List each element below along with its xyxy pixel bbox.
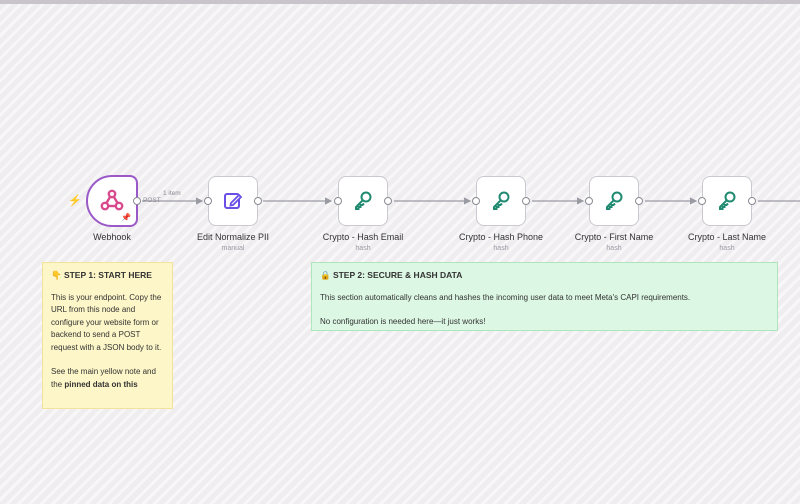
- trigger-bolt-icon: ⚡: [68, 195, 82, 207]
- edge-item-count: 1 item: [163, 190, 181, 197]
- edge-method-label: POST: [143, 197, 161, 204]
- node-sub-edit: manual: [221, 245, 245, 252]
- output-handle[interactable]: [254, 197, 262, 205]
- edit-normalize-node[interactable]: [204, 176, 262, 226]
- node-label-last-name: Crypto - Last Name: [687, 232, 767, 242]
- crypto-hash-phone-node[interactable]: [472, 176, 530, 226]
- edit-icon: [224, 193, 243, 209]
- output-handle[interactable]: [748, 197, 756, 205]
- node-label-hash-email: Crypto - Hash Email: [322, 232, 404, 242]
- key-icon: [355, 191, 372, 210]
- connections: [142, 197, 800, 205]
- key-icon: [719, 191, 736, 210]
- webhook-icon: [100, 189, 124, 211]
- key-icon: [606, 191, 623, 210]
- pin-icon: 📌: [121, 213, 131, 222]
- sticky-note-step-2[interactable]: 🔒 STEP 2: SECURE & HASH DATA This sectio…: [311, 262, 778, 331]
- webhook-node[interactable]: 📌: [86, 175, 141, 227]
- input-handle[interactable]: [585, 197, 593, 205]
- input-handle[interactable]: [698, 197, 706, 205]
- note-paragraph: No configuration is needed here—it just …: [320, 317, 486, 326]
- node-label-first-name: Crypto - First Name: [574, 232, 654, 242]
- output-handle[interactable]: [384, 197, 392, 205]
- note-bold-text: pinned data on this: [64, 379, 138, 389]
- crypto-last-name-node[interactable]: [698, 176, 756, 226]
- input-handle[interactable]: [472, 197, 480, 205]
- note-title: 🔒 STEP 2: SECURE & HASH DATA: [320, 270, 463, 280]
- note-paragraph: This is your endpoint. Copy the URL from…: [51, 292, 162, 352]
- input-handle[interactable]: [334, 197, 342, 205]
- node-sub-last-name: hash: [719, 245, 735, 252]
- note-paragraph: This section automatically cleans and ha…: [320, 292, 691, 302]
- sticky-note-step-1[interactable]: 👇 STEP 1: START HERE This is your endpoi…: [42, 262, 173, 409]
- output-handle[interactable]: [635, 197, 643, 205]
- output-handle[interactable]: [133, 197, 141, 205]
- node-label-hash-phone: Crypto - Hash Phone: [458, 232, 544, 242]
- output-handle[interactable]: [522, 197, 530, 205]
- crypto-hash-email-node[interactable]: [334, 176, 392, 226]
- note-title: 👇 STEP 1: START HERE: [51, 270, 152, 280]
- key-icon: [493, 191, 510, 210]
- node-sub-hash-phone: hash: [493, 245, 509, 252]
- node-label-webhook: Webhook: [93, 232, 131, 242]
- node-label-edit: Edit Normalize PII: [196, 232, 270, 242]
- node-sub-first-name: hash: [606, 245, 622, 252]
- input-handle[interactable]: [204, 197, 212, 205]
- note-paragraph: See the main yellow note and the pinned …: [51, 366, 164, 391]
- node-sub-hash-email: hash: [355, 245, 371, 252]
- crypto-first-name-node[interactable]: [585, 176, 643, 226]
